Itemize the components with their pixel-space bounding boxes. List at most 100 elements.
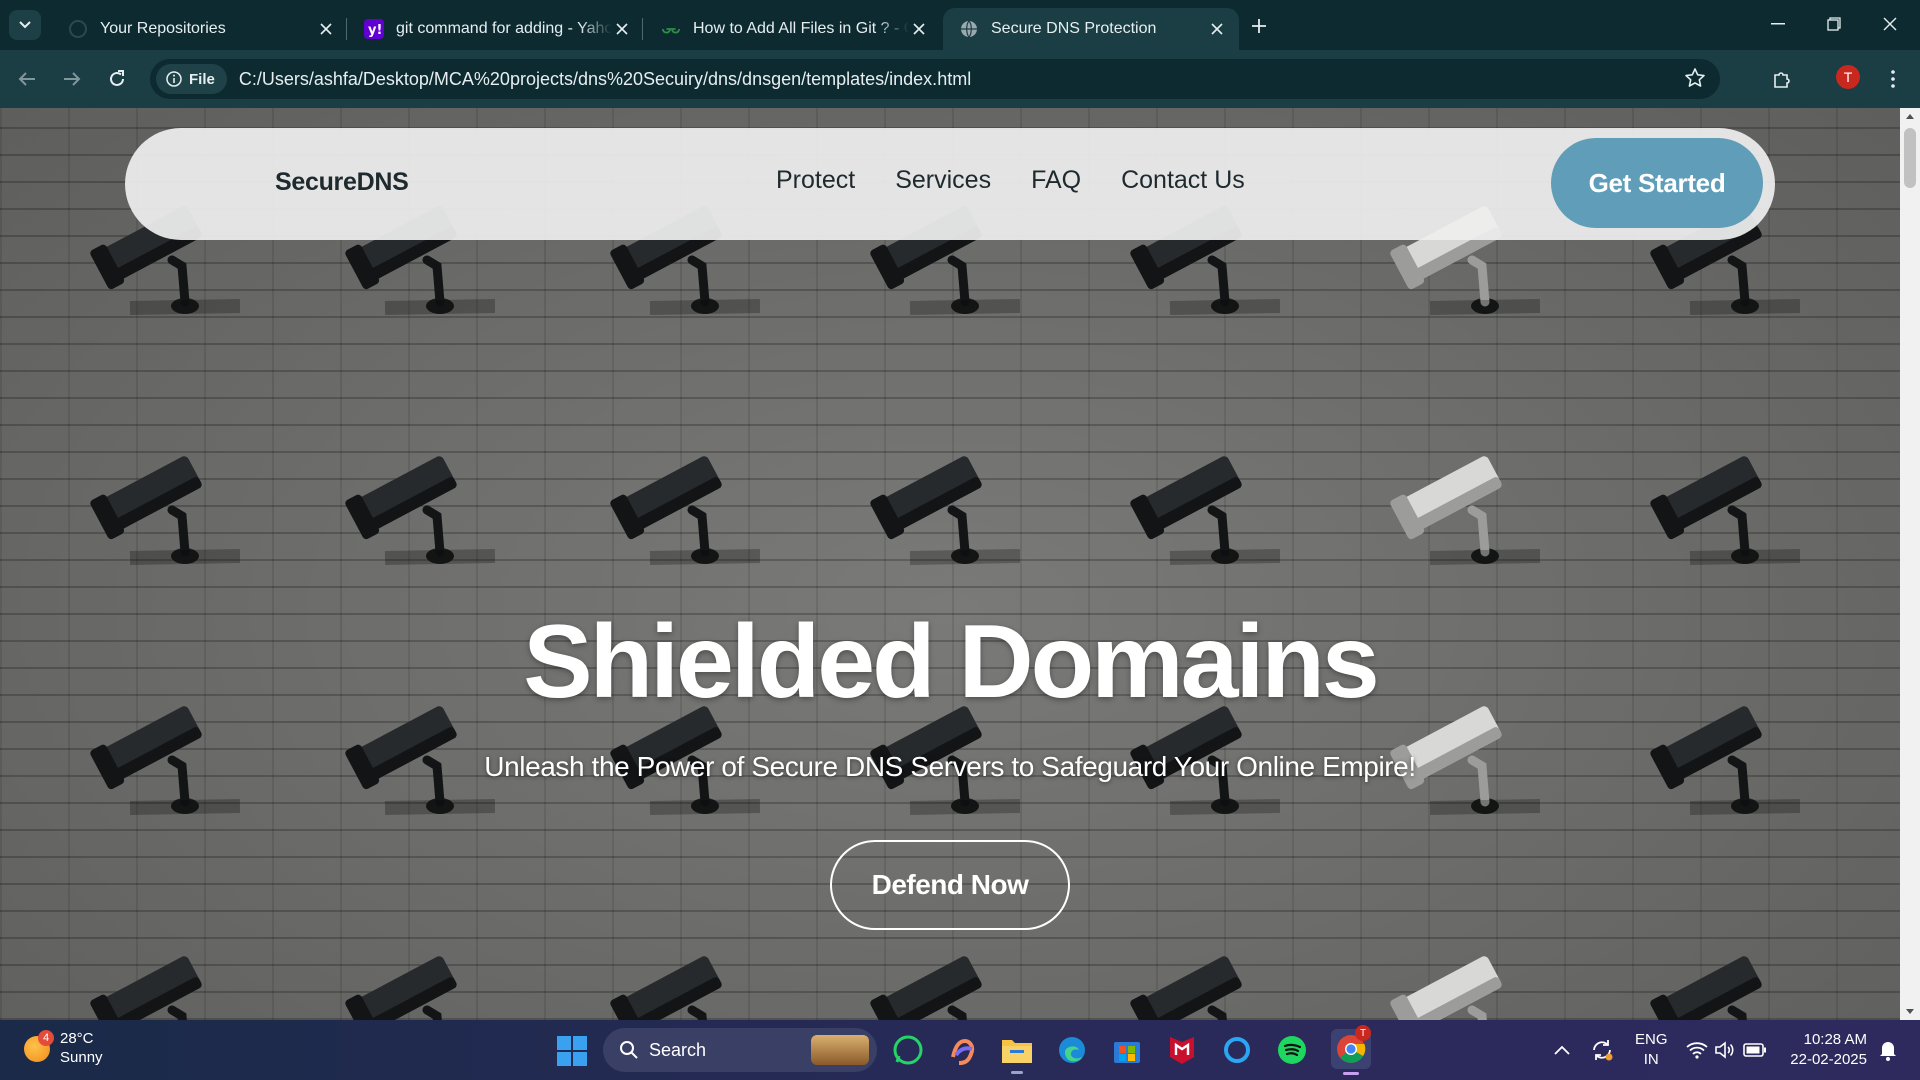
security-camera-illustration (870, 438, 1021, 568)
site-navbar: SecureDNS Protect Services FAQ Contact U… (125, 128, 1775, 240)
microsoft-store-icon[interactable] (1110, 1033, 1144, 1067)
geeksforgeeks-icon (661, 19, 681, 39)
page-scrollbar[interactable] (1900, 108, 1920, 1020)
language-code: ENG (1635, 1031, 1668, 1048)
hero-subtitle: Unleash the Power of Secure DNS Servers … (484, 751, 1416, 782)
security-camera-illustration (1130, 938, 1280, 1020)
close-icon (1883, 17, 1897, 31)
mcafee-icon[interactable] (1165, 1033, 1199, 1067)
security-camera-illustration (610, 438, 761, 568)
scroll-up-arrow-icon[interactable] (1904, 110, 1916, 122)
show-hidden-icons-chevron-up-icon[interactable] (1545, 1033, 1579, 1067)
profile-avatar[interactable]: T (1836, 65, 1860, 89)
security-camera-illustration (345, 438, 496, 568)
weather-condition: Sunny (60, 1049, 103, 1066)
cortana-icon[interactable] (1220, 1033, 1254, 1067)
arrow-left-icon (18, 72, 35, 86)
tab-geeksforgeeks[interactable]: How to Add All Files in Git ? - G (645, 8, 941, 50)
tab-separator (346, 18, 347, 40)
page-viewport: SecureDNS Protect Services FAQ Contact U… (0, 108, 1900, 1020)
language-indicator[interactable]: ENG IN (1635, 1030, 1668, 1070)
clock-date: 22-02-2025 (1790, 1051, 1867, 1068)
yahoo-icon: y! (364, 19, 384, 39)
back-button[interactable] (10, 62, 44, 96)
close-icon[interactable] (612, 19, 632, 39)
scroll-down-arrow-icon[interactable] (1904, 1006, 1916, 1018)
close-window-button[interactable] (1862, 0, 1918, 48)
globe-icon (959, 19, 979, 39)
copilot-icon[interactable] (946, 1033, 980, 1067)
tab-title: Your Repositories (100, 20, 226, 37)
reload-icon (110, 70, 124, 86)
whatsapp-icon[interactable] (891, 1033, 925, 1067)
weather-widget[interactable]: 4 28°C Sunny (24, 1030, 103, 1068)
site-nav-links: Protect Services FAQ Contact Us (776, 166, 1245, 195)
clock-time: 10:28 AM (1803, 1031, 1867, 1048)
tab-title: git command for adding - Yahoo (396, 20, 612, 37)
site-info-chip[interactable]: File (156, 64, 227, 94)
new-tab-button[interactable] (1245, 12, 1273, 40)
bookmark-star-icon[interactable] (1684, 67, 1706, 94)
defend-now-button[interactable]: Defend Now (830, 840, 1070, 930)
arrow-right-icon (64, 72, 81, 86)
minimize-icon (1771, 23, 1785, 25)
spotify-icon[interactable] (1275, 1033, 1309, 1067)
security-camera-illustration (1390, 438, 1541, 568)
get-started-button[interactable]: Get Started (1551, 138, 1763, 228)
extensions-button[interactable] (1765, 62, 1799, 96)
battery-icon[interactable] (1738, 1033, 1772, 1067)
file-explorer-icon[interactable] (1000, 1033, 1034, 1074)
scheme-label: File (189, 70, 215, 88)
nav-link-faq[interactable]: FAQ (1031, 166, 1081, 195)
security-camera-illustration (345, 938, 495, 1020)
browser-menu-button[interactable] (1876, 62, 1910, 96)
notification-bell-icon[interactable] (1871, 1033, 1905, 1067)
search-icon (620, 1041, 638, 1059)
tab-search-button[interactable] (9, 10, 41, 40)
tab-separator (642, 18, 643, 40)
address-bar[interactable]: File C:/Users/ashfa/Desktop/MCA%20projec… (150, 59, 1720, 99)
puzzle-icon (1774, 72, 1790, 88)
restore-icon (1827, 17, 1841, 31)
taskbar-search[interactable]: Search (603, 1028, 877, 1072)
tab-secure-dns-protection[interactable]: Secure DNS Protection (943, 8, 1239, 50)
chevron-down-icon (19, 21, 31, 29)
nav-link-protect[interactable]: Protect (776, 166, 855, 195)
system-clock[interactable]: 10:28 AM 22-02-2025 (1775, 1030, 1867, 1070)
windows-start-button[interactable] (557, 1036, 587, 1071)
chrome-icon[interactable]: T (1331, 1025, 1371, 1075)
volume-icon[interactable] (1708, 1033, 1742, 1067)
plus-icon (1252, 19, 1266, 33)
security-camera-illustration (1650, 438, 1801, 568)
close-icon[interactable] (316, 19, 336, 39)
language-region: IN (1643, 1051, 1659, 1068)
security-camera-illustration (1130, 438, 1281, 568)
chrome-profile-badge: T (1355, 1025, 1371, 1041)
tab-your-repositories[interactable]: Your Repositories (52, 8, 348, 50)
tab-strip: Your Repositories y! git command for add… (0, 0, 1920, 50)
minimize-button[interactable] (1750, 0, 1806, 48)
site-logo[interactable]: SecureDNS (275, 168, 409, 197)
sync-icon[interactable] (1585, 1033, 1619, 1067)
url-text[interactable]: C:/Users/ashfa/Desktop/MCA%20projects/dn… (239, 69, 971, 90)
tab-title: How to Add All Files in Git ? - G (693, 20, 909, 37)
close-icon[interactable] (1207, 19, 1227, 39)
windows-logo-icon (557, 1036, 587, 1066)
hero-title: Shielded Domains (523, 604, 1380, 720)
forward-button[interactable] (55, 62, 89, 96)
scrollbar-thumb[interactable] (1904, 128, 1916, 188)
nav-link-services[interactable]: Services (895, 166, 991, 195)
tab-yahoo-search[interactable]: y! git command for adding - Yahoo (348, 8, 644, 50)
security-camera-illustration (1650, 938, 1800, 1020)
close-icon[interactable] (909, 19, 929, 39)
security-camera-illustration (90, 938, 240, 1020)
security-camera-illustration (870, 938, 1020, 1020)
security-camera-illustration (610, 938, 760, 1020)
restore-button[interactable] (1806, 0, 1862, 48)
nav-link-contact[interactable]: Contact Us (1121, 166, 1245, 195)
reload-button[interactable] (100, 62, 134, 96)
kebab-menu-icon (1891, 70, 1895, 88)
svg-text:y!: y! (368, 23, 382, 38)
security-camera-illustration (90, 438, 241, 568)
edge-browser-icon[interactable] (1055, 1033, 1089, 1067)
